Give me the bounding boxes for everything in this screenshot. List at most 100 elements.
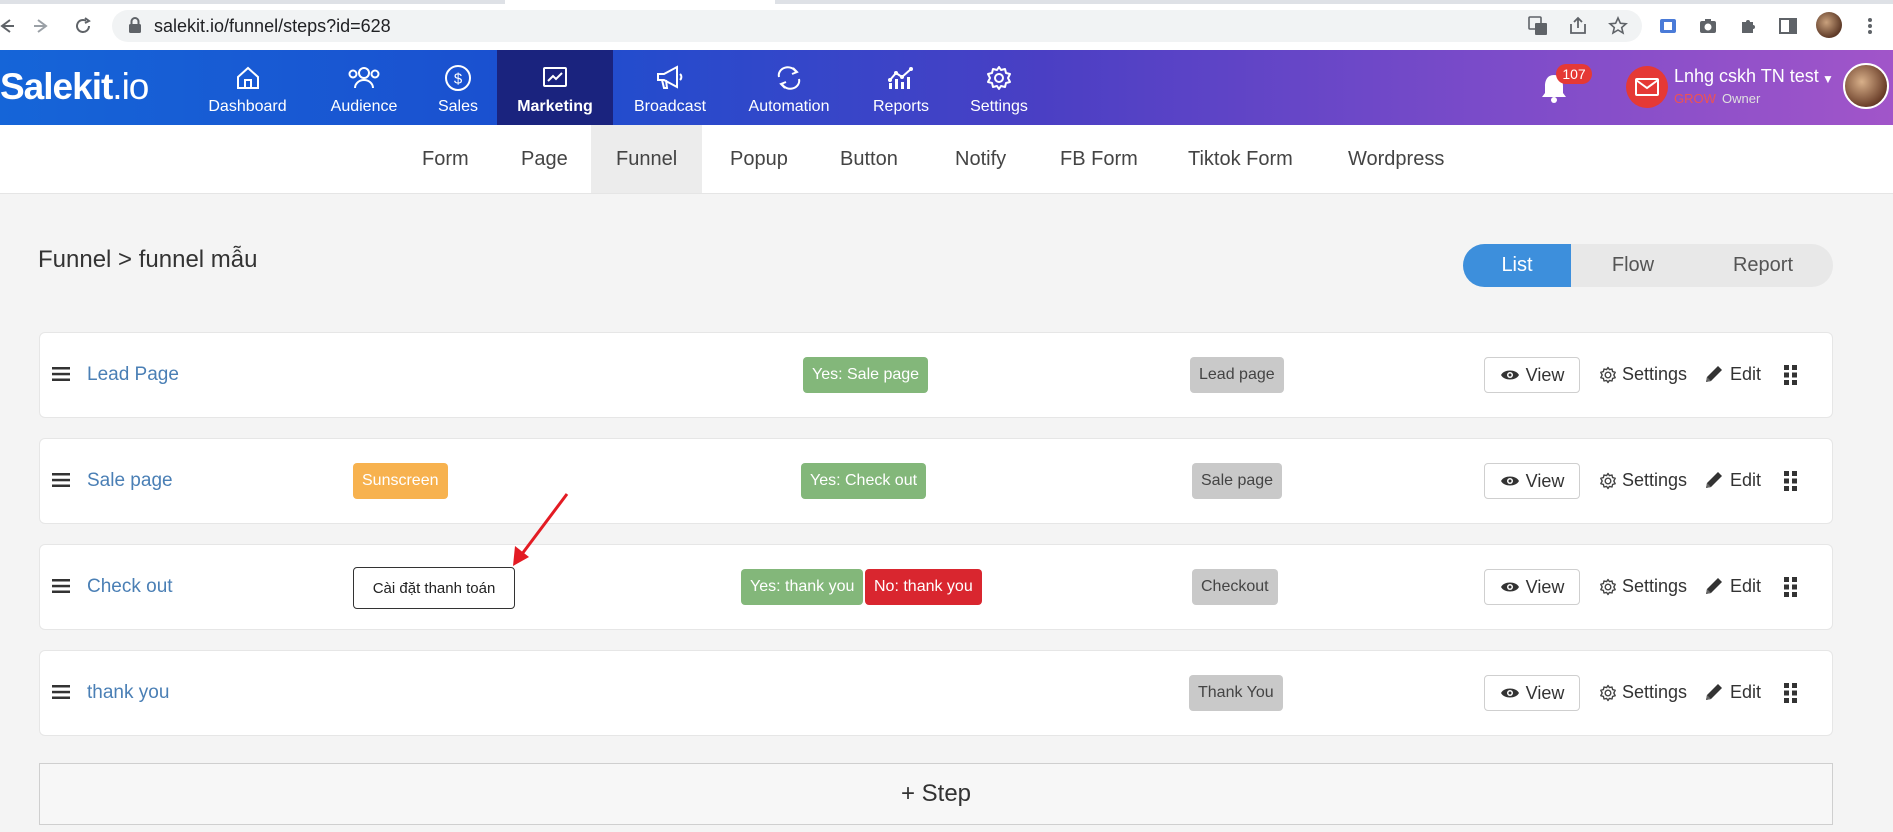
drag-handle-icon[interactable] bbox=[52, 578, 74, 596]
chart-up-icon bbox=[497, 64, 613, 92]
page-type-tag: Lead page bbox=[1190, 357, 1284, 393]
view-button[interactable]: View bbox=[1484, 463, 1580, 499]
nav-marketing[interactable]: Marketing bbox=[497, 50, 613, 125]
settings-button[interactable]: Settings bbox=[1599, 682, 1687, 703]
subnav-funnel[interactable]: Funnel bbox=[591, 125, 703, 193]
browser-tab-strip bbox=[0, 0, 1893, 4]
edit-button[interactable]: Edit bbox=[1703, 681, 1761, 703]
nav-reports[interactable]: Reports bbox=[868, 50, 934, 125]
view-tab-flow[interactable]: Flow bbox=[1578, 244, 1688, 287]
subnav-page[interactable]: Page bbox=[496, 125, 593, 193]
extension-blue-icon[interactable] bbox=[1656, 14, 1680, 38]
grip-icon[interactable] bbox=[1784, 471, 1798, 491]
subnav-wordpress[interactable]: Wordpress bbox=[1323, 125, 1469, 193]
drag-handle-icon[interactable] bbox=[52, 366, 74, 384]
nav-audience[interactable]: Audience bbox=[320, 50, 408, 125]
dollar-icon: $ bbox=[432, 64, 484, 92]
user-plan: GROW bbox=[1674, 91, 1716, 106]
view-button[interactable]: View bbox=[1484, 357, 1580, 393]
nav-broadcast[interactable]: Broadcast bbox=[630, 50, 710, 125]
pencil-icon bbox=[1706, 684, 1722, 700]
settings-button[interactable]: Settings bbox=[1599, 364, 1687, 385]
share-icon[interactable] bbox=[1566, 14, 1590, 38]
subnav-button[interactable]: Button bbox=[815, 125, 923, 193]
mail-icon[interactable] bbox=[1626, 66, 1668, 108]
back-icon[interactable] bbox=[0, 14, 18, 38]
view-button[interactable]: View bbox=[1484, 675, 1580, 711]
eye-icon bbox=[1500, 582, 1519, 592]
subnav-notify[interactable]: Notify bbox=[930, 125, 1031, 193]
eye-icon bbox=[1500, 688, 1519, 698]
payment-settings-note: Cài đặt thanh toán bbox=[353, 567, 515, 609]
edit-button[interactable]: Edit bbox=[1703, 575, 1761, 597]
drag-handle-icon[interactable] bbox=[52, 472, 74, 490]
reload-icon[interactable] bbox=[71, 14, 95, 38]
subnav-popup[interactable]: Popup bbox=[705, 125, 813, 193]
settings-button[interactable]: Settings bbox=[1599, 470, 1687, 491]
pencil-icon bbox=[1706, 472, 1722, 488]
user-role: Owner bbox=[1722, 91, 1761, 106]
page-type-tag: Sale page bbox=[1192, 463, 1283, 499]
more-icon[interactable] bbox=[1858, 14, 1882, 38]
grip-icon[interactable] bbox=[1784, 365, 1798, 385]
gear-icon bbox=[1600, 684, 1616, 701]
svg-text:$: $ bbox=[454, 71, 463, 88]
profile-avatar[interactable] bbox=[1816, 12, 1842, 38]
edit-button[interactable]: Edit bbox=[1703, 469, 1761, 491]
caret-down-icon[interactable]: ▼ bbox=[1822, 72, 1834, 86]
page-type-tag: Checkout bbox=[1192, 569, 1278, 605]
step-title[interactable]: thank you bbox=[87, 682, 169, 704]
nav-automation[interactable]: Automation bbox=[742, 50, 836, 125]
grip-icon[interactable] bbox=[1784, 577, 1798, 597]
subnav-form[interactable]: Form bbox=[397, 125, 494, 193]
nav-sales[interactable]: $ Sales bbox=[432, 50, 484, 125]
camera-icon[interactable] bbox=[1696, 14, 1720, 38]
url-text[interactable]: salekit.io/funnel/steps?id=628 bbox=[154, 15, 391, 37]
side-panel-icon[interactable] bbox=[1776, 14, 1800, 38]
subnav-fb-form[interactable]: FB Form bbox=[1035, 125, 1163, 193]
gear-icon bbox=[964, 64, 1034, 92]
nav-dashboard[interactable]: Dashboard bbox=[200, 50, 295, 125]
step-title[interactable]: Lead Page bbox=[87, 364, 179, 386]
user-avatar[interactable] bbox=[1843, 63, 1889, 109]
users-icon bbox=[320, 64, 408, 92]
grip-icon[interactable] bbox=[1784, 683, 1798, 703]
lock-icon bbox=[128, 16, 142, 34]
settings-button[interactable]: Settings bbox=[1599, 576, 1687, 597]
yes-tag: Yes: Sale page bbox=[803, 357, 929, 393]
yes-tag: Yes: Check out bbox=[801, 463, 927, 499]
add-step-button[interactable]: + Step bbox=[39, 763, 1833, 825]
bookmark-star-icon[interactable] bbox=[1606, 14, 1630, 38]
subnav-tiktok-form[interactable]: Tiktok Form bbox=[1163, 125, 1318, 193]
no-tag: No: thank you bbox=[865, 569, 982, 605]
view-button[interactable]: View bbox=[1484, 569, 1580, 605]
forward-icon[interactable] bbox=[30, 14, 54, 38]
product-tag: Sunscreen bbox=[353, 463, 448, 499]
home-icon bbox=[200, 64, 295, 92]
pencil-icon bbox=[1706, 366, 1722, 382]
breadcrumb: Funnel > funnel mẫu bbox=[38, 246, 258, 273]
notification-badge: 107 bbox=[1556, 64, 1592, 84]
translate-icon[interactable] bbox=[1526, 14, 1550, 38]
eye-icon bbox=[1500, 476, 1519, 486]
nav-settings[interactable]: Settings bbox=[964, 50, 1034, 125]
pencil-icon bbox=[1706, 578, 1722, 594]
gear-icon bbox=[1600, 366, 1616, 383]
step-title[interactable]: Sale page bbox=[87, 470, 173, 492]
edit-button[interactable]: Edit bbox=[1703, 363, 1761, 385]
salekit-logo[interactable]: Salekit.io bbox=[0, 66, 149, 108]
view-tab-list[interactable]: List bbox=[1463, 244, 1571, 287]
reports-icon bbox=[868, 64, 934, 92]
user-name[interactable]: Lnhg cskh TN test bbox=[1674, 66, 1819, 87]
sync-icon bbox=[742, 64, 836, 92]
gear-icon bbox=[1600, 472, 1616, 489]
drag-handle-icon[interactable] bbox=[52, 684, 74, 702]
yes-tag: Yes: thank you bbox=[741, 569, 864, 605]
annotation-arrow bbox=[513, 493, 569, 566]
step-title[interactable]: Check out bbox=[87, 576, 173, 598]
view-tab-report[interactable]: Report bbox=[1708, 244, 1818, 287]
gear-icon bbox=[1600, 578, 1616, 595]
page-type-tag: Thank You bbox=[1189, 675, 1283, 711]
eye-icon bbox=[1500, 370, 1519, 380]
puzzle-icon[interactable] bbox=[1736, 14, 1760, 38]
